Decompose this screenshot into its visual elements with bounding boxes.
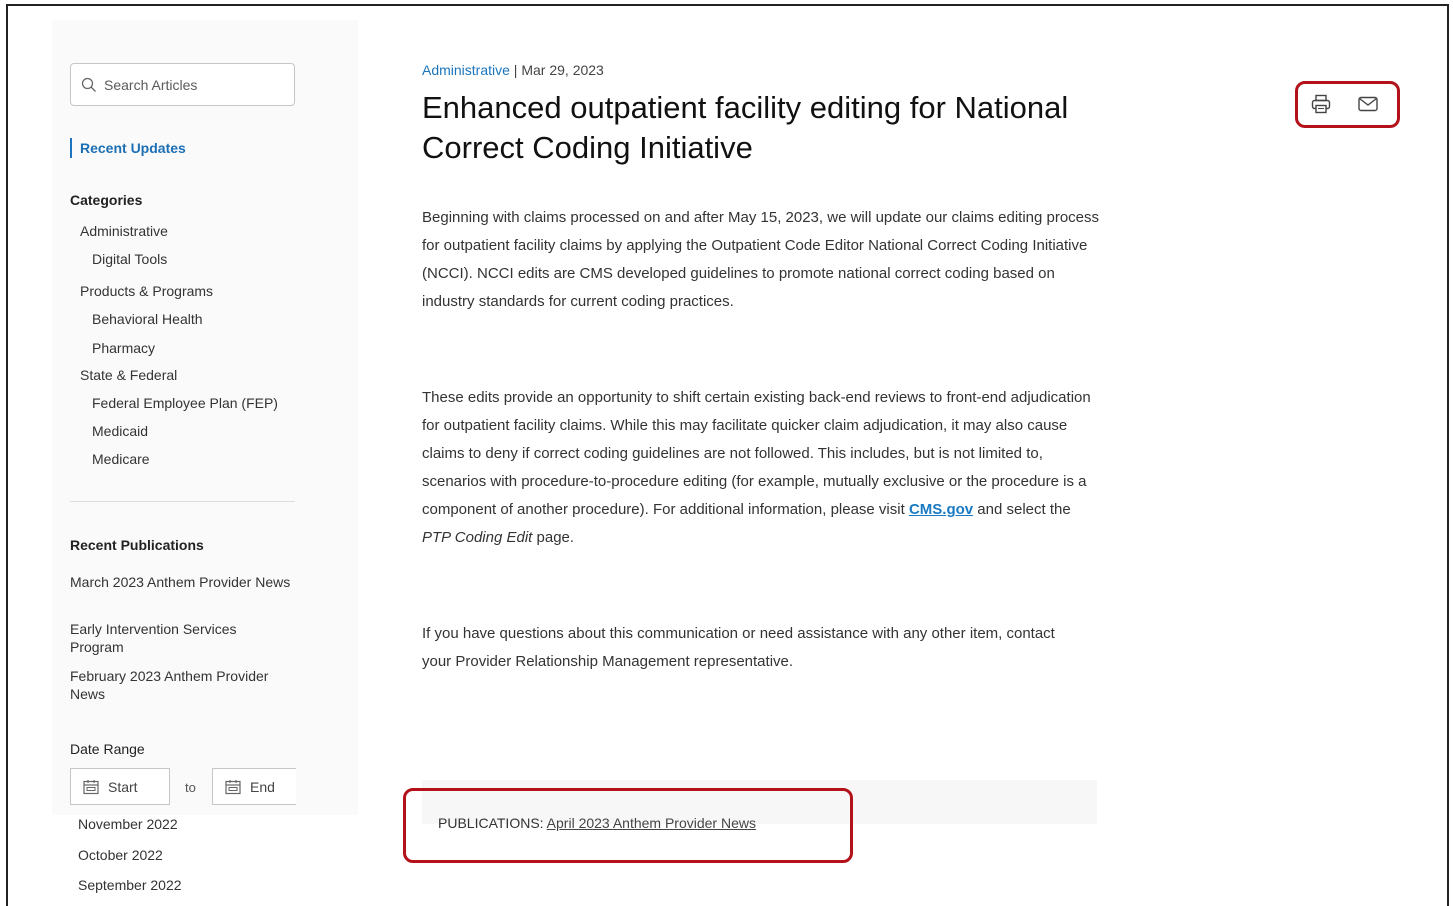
article-title: Enhanced outpatient facility editing for… <box>422 90 1069 165</box>
date-range-label: Date Range <box>70 741 145 757</box>
article-paragraph-3: If you have questions about this communi… <box>422 625 1055 670</box>
categories-heading: Categories <box>70 192 143 208</box>
category-medicaid[interactable]: Medicaid <box>92 423 148 439</box>
paragraph-2-end: page. <box>532 529 575 546</box>
ptp-coding-edit-text: PTP Coding Edit <box>422 529 533 546</box>
paragraph-2-text: These edits provide an opportunity to sh… <box>422 389 1091 518</box>
article-category-link[interactable]: Administrative <box>422 62 510 78</box>
calendar-icon <box>83 779 99 794</box>
article-date: Mar 29, 2023 <box>521 62 604 78</box>
start-date-field[interactable]: Start <box>70 768 170 805</box>
sidebar-divider <box>70 501 295 502</box>
start-date-label: Start <box>108 778 138 795</box>
month-november-2022[interactable]: November 2022 <box>78 816 178 832</box>
category-behavioral-health[interactable]: Behavioral Health <box>92 311 203 327</box>
meta-separator: | <box>509 62 522 78</box>
article-meta: Administrative | Mar 29, 2023 <box>422 62 604 78</box>
recent-publications-heading: Recent Publications <box>70 537 204 553</box>
category-pharmacy[interactable]: Pharmacy <box>92 340 155 356</box>
paragraph-2-middle: and select the <box>973 501 1071 518</box>
email-button[interactable] <box>1354 90 1382 118</box>
category-digital-tools[interactable]: Digital Tools <box>92 251 167 267</box>
category-fep[interactable]: Federal Employee Plan (FEP) <box>92 395 278 411</box>
search-input[interactable] <box>104 76 274 93</box>
search-icon <box>81 77 96 92</box>
publication-march-2023[interactable]: March 2023 Anthem Provider News <box>70 574 290 590</box>
cms-gov-link[interactable]: CMS.gov <box>909 501 973 518</box>
publication-early-intervention[interactable]: Early Intervention Services Program <box>70 620 260 656</box>
search-box[interactable] <box>70 63 295 106</box>
category-products-programs[interactable]: Products & Programs <box>80 283 213 299</box>
publications-highlight <box>403 788 853 863</box>
article-paragraph-2: These edits provide an opportunity to sh… <box>422 384 1102 552</box>
category-state-federal[interactable]: State & Federal <box>80 367 177 383</box>
category-medicare[interactable]: Medicare <box>92 451 150 467</box>
date-range-to: to <box>185 780 196 795</box>
month-september-2022[interactable]: September 2022 <box>78 877 182 893</box>
envelope-icon <box>1358 96 1378 112</box>
end-date-field[interactable]: End <box>212 768 296 805</box>
publication-february-2023[interactable]: February 2023 Anthem Provider News <box>70 667 280 703</box>
month-october-2022[interactable]: October 2022 <box>78 847 163 863</box>
print-button[interactable] <box>1307 90 1335 118</box>
printer-icon <box>1311 94 1331 114</box>
category-administrative[interactable]: Administrative <box>80 223 168 239</box>
recent-updates-link[interactable]: Recent Updates <box>70 138 186 158</box>
calendar-icon <box>225 779 241 794</box>
end-date-label: End <box>250 778 275 795</box>
article-paragraph-1: Beginning with claims processed on and a… <box>422 209 1100 310</box>
